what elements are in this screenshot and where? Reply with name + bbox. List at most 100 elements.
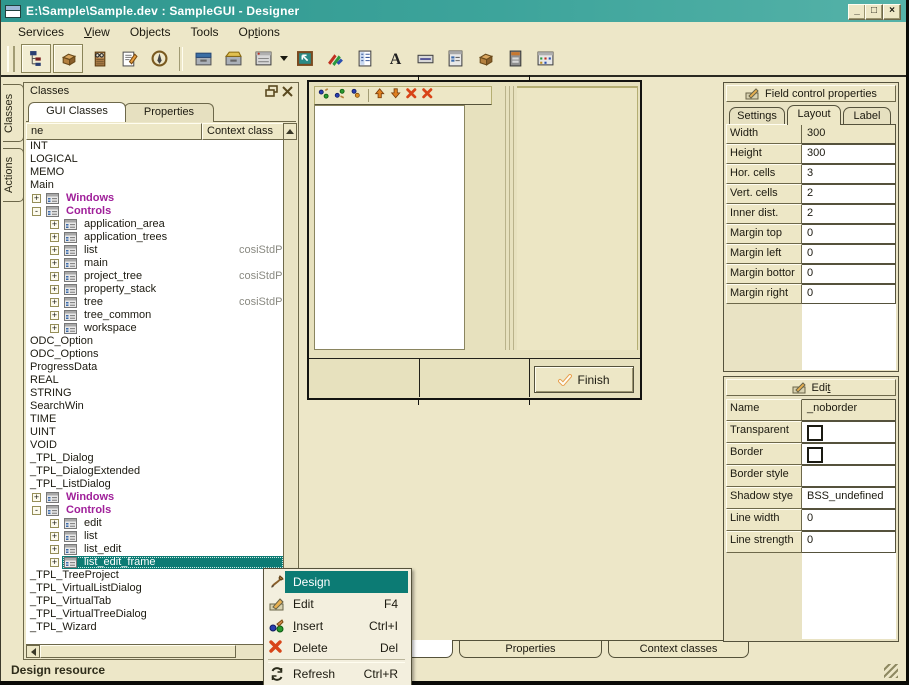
expand-icon[interactable]: +: [50, 558, 59, 567]
server-button[interactable]: [501, 45, 529, 72]
paint-tools-button[interactable]: [321, 45, 349, 72]
package-button[interactable]: [53, 44, 83, 73]
tree-item-memo[interactable]: MEMO: [26, 166, 284, 179]
tree-item-logical[interactable]: LOGICAL: [26, 153, 284, 166]
property-value[interactable]: 0: [802, 264, 896, 284]
property-value[interactable]: 0: [802, 509, 896, 531]
classes-tab-properties[interactable]: Properties: [124, 103, 214, 122]
property-value[interactable]: 0: [802, 531, 896, 553]
side-tab-actions[interactable]: Actions: [3, 148, 24, 202]
expand-icon[interactable]: +: [50, 311, 59, 320]
tree-item-list[interactable]: +list: [26, 530, 284, 543]
expand-icon[interactable]: +: [50, 545, 59, 554]
tree-item-application_trees[interactable]: +application_trees: [26, 231, 284, 244]
menu-view[interactable]: View: [75, 23, 119, 41]
tree-item-list_edit[interactable]: +list_edit: [26, 543, 284, 556]
designed-splitter[interactable]: [505, 86, 515, 350]
expand-icon[interactable]: +: [50, 272, 59, 281]
expand-icon[interactable]: +: [50, 285, 59, 294]
delete-button[interactable]: [406, 88, 419, 104]
property-value[interactable]: _noborder: [802, 399, 896, 421]
context-menu-delete[interactable]: DeleteDel: [265, 637, 408, 659]
property-tab-label[interactable]: Label: [843, 107, 891, 124]
edit-document-button[interactable]: [115, 45, 143, 72]
insert-link-button[interactable]: [334, 88, 347, 104]
bottom-tab-properties[interactable]: Properties: [459, 641, 602, 658]
form-grid-button[interactable]: [441, 45, 469, 72]
tree-item-odc_options[interactable]: ODC_Options: [26, 348, 284, 361]
expand-icon[interactable]: +: [50, 259, 59, 268]
toolbar-grip[interactable]: [7, 46, 15, 72]
tree-item-windows[interactable]: +Windows: [26, 192, 284, 205]
checkbox-unchecked[interactable]: [807, 447, 823, 463]
tree-item-list_edit_frame[interactable]: +list_edit_frame: [26, 556, 284, 569]
property-tab-settings[interactable]: Settings: [729, 107, 785, 124]
designed-panel[interactable]: [517, 86, 638, 350]
column-header-context-class[interactable]: Context class: [202, 123, 284, 140]
tree-item-int[interactable]: INT: [26, 140, 284, 153]
tree-item-odc_option[interactable]: ODC_Option: [26, 335, 284, 348]
menu-objects[interactable]: Objects: [121, 23, 180, 41]
context-menu-design[interactable]: Design: [265, 571, 408, 593]
drawer-closed-button[interactable]: [189, 45, 217, 72]
tree-item-time[interactable]: TIME: [26, 413, 284, 426]
context-menu-refresh[interactable]: RefreshCtrl+R: [265, 663, 408, 685]
expand-icon[interactable]: +: [50, 519, 59, 528]
property-value[interactable]: [802, 421, 896, 443]
field-control-properties-header[interactable]: Field control properties: [726, 85, 896, 102]
property-tab-layout[interactable]: Layout: [787, 105, 841, 125]
property-value[interactable]: 2: [802, 184, 896, 204]
property-value[interactable]: 2: [802, 204, 896, 224]
expand-icon[interactable]: +: [50, 246, 59, 255]
tree-item-tree[interactable]: +treecosiStdProjec...: [26, 296, 284, 309]
scrollbar-thumb[interactable]: [40, 645, 236, 658]
move-up-button[interactable]: [374, 88, 387, 104]
tree-item-_tpl_virtualtreedialog[interactable]: _TPL_VirtualTreeDialog: [26, 608, 284, 621]
expand-icon[interactable]: +: [50, 298, 59, 307]
image-editor-button[interactable]: [291, 45, 319, 72]
property-value[interactable]: [802, 465, 896, 487]
expand-icon[interactable]: +: [32, 194, 41, 203]
side-tab-classes[interactable]: Classes: [3, 84, 24, 142]
tree-item-property_stack[interactable]: +property_stack: [26, 283, 284, 296]
tree-item-workspace[interactable]: +workspace: [26, 322, 284, 335]
tree-item-_tpl_virtuallistdialog[interactable]: _TPL_VirtualListDialog: [26, 582, 284, 595]
tree-item-_tpl_dialogextended[interactable]: _TPL_DialogExtended: [26, 465, 284, 478]
tree-item-list[interactable]: +listcosiStdProjec...: [26, 244, 284, 257]
dropdown-caret-icon[interactable]: [278, 45, 290, 72]
tree-item-_tpl_dialog[interactable]: _TPL_Dialog: [26, 452, 284, 465]
tree-item-main[interactable]: +main: [26, 257, 284, 270]
classes-tab-gui-classes[interactable]: GUI Classes: [28, 102, 126, 122]
tree-item-searchwin[interactable]: SearchWin: [26, 400, 284, 413]
property-value[interactable]: BSS_undefined: [802, 487, 896, 509]
font-button[interactable]: A: [381, 45, 409, 72]
tree-item-controls[interactable]: -Controls: [26, 504, 284, 517]
bottom-tab-context-classes[interactable]: Context classes: [608, 641, 749, 658]
button-label-button[interactable]: [411, 45, 439, 72]
window-grid-button[interactable]: [531, 45, 559, 72]
drawer-open-button[interactable]: [219, 45, 247, 72]
delete-all-button[interactable]: [422, 88, 435, 104]
expand-icon[interactable]: +: [50, 220, 59, 229]
scroll-up-button[interactable]: [283, 123, 297, 140]
property-value[interactable]: [802, 443, 896, 465]
tree-item-controls[interactable]: -Controls: [26, 205, 284, 218]
package-cube-button[interactable]: [471, 45, 499, 72]
insert-connector-button[interactable]: [318, 88, 331, 104]
close-panel-icon[interactable]: [281, 85, 294, 98]
close-button[interactable]: ×: [883, 4, 901, 20]
edit-header[interactable]: Edit: [726, 379, 896, 396]
maximize-button[interactable]: □: [865, 4, 883, 20]
property-value[interactable]: 300: [802, 124, 896, 144]
menu-services[interactable]: Services: [9, 23, 73, 41]
tree-item-project_tree[interactable]: +project_treecosiStdProjec...: [26, 270, 284, 283]
tree-item-windows[interactable]: +Windows: [26, 491, 284, 504]
tree-item-string[interactable]: STRING: [26, 387, 284, 400]
tree-item-application_area[interactable]: +application_area: [26, 218, 284, 231]
tree-item-main[interactable]: Main: [26, 179, 284, 192]
column-header-name[interactable]: ne: [26, 123, 202, 140]
expand-icon[interactable]: +: [50, 532, 59, 541]
context-menu-edit[interactable]: EditF4: [265, 593, 408, 615]
property-value[interactable]: 0: [802, 284, 896, 304]
insert-node-button[interactable]: [350, 88, 363, 104]
